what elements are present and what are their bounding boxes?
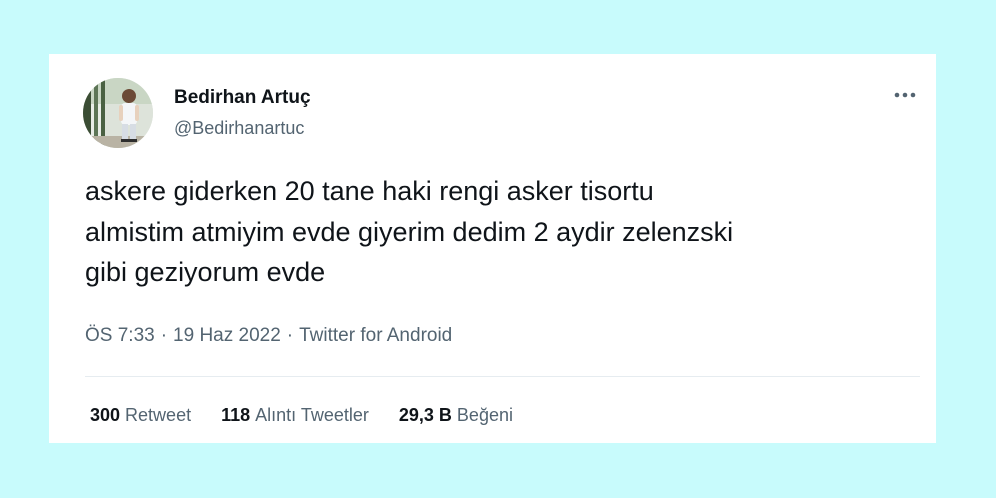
tweet-card: Bedirhan Artuç @Bedirhanartuc askere gid…: [49, 54, 936, 443]
avatar[interactable]: [83, 78, 153, 148]
tweet-date[interactable]: 19 Haz 2022: [173, 325, 281, 346]
user-handle[interactable]: @Bedirhanartuc: [174, 118, 304, 139]
tweet-text: askere giderken 20 tane haki rengi asker…: [85, 176, 734, 287]
retweets-stat[interactable]: 300 Retweet: [90, 405, 191, 426]
tweet-metadata: ÖS 7:33 · 19 Haz 2022 · Twitter for Android: [85, 325, 452, 347]
likes-count: 29,3 B: [398, 405, 452, 425]
separator-dot: ·: [286, 325, 294, 346]
profile-photo-icon: [83, 78, 153, 148]
divider: [85, 376, 920, 377]
separator-dot: ·: [160, 325, 168, 346]
quote-tweets-stat[interactable]: 118 Alıntı Tweetler: [221, 405, 369, 426]
quote-tweets-count: 118: [221, 405, 251, 425]
more-options-button[interactable]: [890, 84, 920, 106]
tweet-source[interactable]: Twitter for Android: [299, 325, 452, 346]
engagement-stats: 300 Retweet 118 Alıntı Tweetler 29,3 B Beğe…: [90, 405, 513, 426]
quote-tweets-label: Alıntı Tweetler: [255, 405, 369, 425]
likes-label: Beğeni: [456, 405, 513, 425]
more-horizontal-icon: [894, 92, 916, 98]
tweet-time[interactable]: ÖS 7:33: [85, 325, 155, 346]
display-name[interactable]: Bedirhan Artuç: [174, 87, 311, 109]
likes-stat[interactable]: 29,3 B Beğeni: [399, 405, 513, 426]
retweets-label: Retweet: [125, 405, 192, 425]
retweets-count: 300: [90, 405, 121, 425]
